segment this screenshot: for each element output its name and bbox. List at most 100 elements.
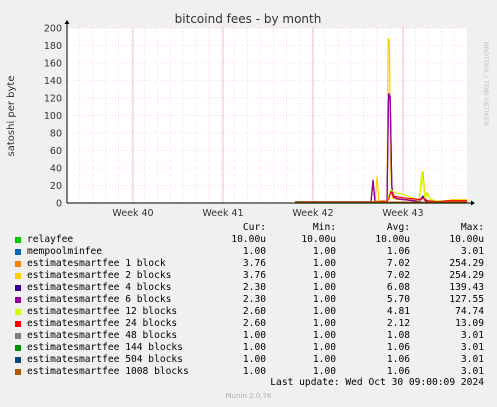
legend-row: estimatesmartfee 4 blocks 2.30 1.00 6.08 139… <box>0 282 497 294</box>
legend-swatch <box>15 285 21 291</box>
legend-series-name: relayfee <box>27 234 74 245</box>
legend-avg: 1.06 <box>386 354 410 365</box>
legend-cur: 1.00 <box>242 330 266 341</box>
legend-swatch <box>15 297 21 303</box>
legend-series-name: estimatesmartfee 504 blocks <box>27 354 183 365</box>
legend-series-name: estimatesmartfee 2 blocks <box>27 270 172 281</box>
legend-swatch <box>15 261 21 267</box>
legend-swatch <box>15 345 21 351</box>
legend-max: 139.43 <box>449 282 484 293</box>
x-tick-label: Week 43 <box>382 208 423 219</box>
legend-max: 3.01 <box>460 246 484 257</box>
legend-avg: 4.81 <box>386 306 410 317</box>
legend-row: estimatesmartfee 6 blocks 2.30 1.00 5.70 127… <box>0 294 497 306</box>
legend-series-name: estimatesmartfee 6 blocks <box>27 294 172 305</box>
y-tick-label: 40 <box>50 164 62 175</box>
legend-max: 3.01 <box>460 354 484 365</box>
legend-max: 127.55 <box>449 294 484 305</box>
legend-swatch <box>15 369 21 375</box>
legend-cur: 2.30 <box>242 282 266 293</box>
legend-cur: 3.76 <box>242 270 266 281</box>
legend-row: estimatesmartfee 144 blocks 1.00 1.00 1.06 3… <box>0 342 497 354</box>
y-axis-arrow <box>64 20 70 24</box>
legend-avg: 1.06 <box>386 342 410 353</box>
legend-avg: 7.02 <box>386 270 410 281</box>
legend-avg: 2.12 <box>386 318 410 329</box>
legend-row: estimatesmartfee 2 blocks 3.76 1.00 7.02 254… <box>0 270 497 282</box>
legend-avg: 7.02 <box>386 258 410 269</box>
x-tick-label: Week 41 <box>202 208 243 219</box>
legend-row: estimatesmartfee 48 blocks 1.00 1.00 1.08 3.… <box>0 330 497 342</box>
legend-row: estimatesmartfee 12 blocks 2.60 1.00 4.81 74… <box>0 306 497 318</box>
legend-series-name: estimatesmartfee 4 blocks <box>27 282 172 293</box>
legend-cur: 1.00 <box>242 366 266 377</box>
y-tick-label: 160 <box>44 59 62 70</box>
y-tick-label: 0 <box>56 199 62 210</box>
legend-min: 1.00 <box>312 258 336 269</box>
legend-series-name: estimatesmartfee 144 blocks <box>27 342 183 353</box>
legend-min: 1.00 <box>312 282 336 293</box>
y-tick-label: 100 <box>44 111 62 122</box>
legend-swatch <box>15 357 21 363</box>
legend-row: estimatesmartfee 1 block 3.76 1.00 7.02 254.… <box>0 258 497 270</box>
legend-series-name: estimatesmartfee 24 blocks <box>27 318 178 329</box>
legend-row: estimatesmartfee 504 blocks 1.00 1.00 1.06 3… <box>0 354 497 366</box>
y-tick-label: 140 <box>44 76 62 87</box>
legend-cur: 1.00 <box>242 342 266 353</box>
legend-swatch <box>15 321 21 327</box>
legend-cur: 3.76 <box>242 258 266 269</box>
legend-min: 1.00 <box>312 306 336 317</box>
legend-header: Cur: Min: Avg: Max: <box>0 222 497 234</box>
y-tick-label: 80 <box>50 129 62 140</box>
header-cur: Cur: <box>242 222 266 233</box>
legend-swatch <box>15 309 21 315</box>
legend-cur: 10.00u <box>231 234 266 245</box>
legend-max: 3.01 <box>460 342 484 353</box>
x-tick-label: Week 42 <box>292 208 333 219</box>
legend-series-name: estimatesmartfee 12 blocks <box>27 306 178 317</box>
legend-row: relayfee 10.00u 10.00u 10.00u 10.00u <box>0 234 497 246</box>
header-max: Max: <box>460 222 484 233</box>
header-avg: Avg: <box>386 222 410 233</box>
legend-swatch <box>15 333 21 339</box>
legend-series-name: mempoolminfee <box>27 246 103 257</box>
legend-max: 74.74 <box>455 306 484 317</box>
header-min: Min: <box>312 222 336 233</box>
legend-avg: 5.70 <box>386 294 410 305</box>
chart-area: bitcoind fees - by month satoshi per byt… <box>6 12 490 219</box>
legend-cur: 1.00 <box>242 246 266 257</box>
munin-version: Munin 2.0.76 <box>225 392 272 400</box>
legend-max: 254.29 <box>449 258 484 269</box>
munin-graph: { "title": "bitcoind fees - by month", "… <box>0 0 497 407</box>
y-tick-label: 120 <box>44 94 62 105</box>
legend-series-name: estimatesmartfee 1 block <box>27 258 166 269</box>
legend-max: 3.01 <box>460 330 484 341</box>
legend-min: 1.00 <box>312 294 336 305</box>
legend-min: 1.00 <box>312 342 336 353</box>
legend-max: 254.29 <box>449 270 484 281</box>
legend-swatch <box>15 249 21 255</box>
last-update: Last update: Wed Oct 30 09:00:09 2024 <box>270 377 484 388</box>
legend-min: 1.00 <box>312 270 336 281</box>
legend-cur: 1.00 <box>242 354 266 365</box>
legend-avg: 6.08 <box>386 282 410 293</box>
chart-title: bitcoind fees - by month <box>175 12 322 26</box>
y-tick-label: 60 <box>50 146 62 157</box>
legend-max: 10.00u <box>449 234 484 245</box>
legend-max: 13.09 <box>455 318 484 329</box>
y-axis-label: satoshi per byte <box>6 75 17 156</box>
legend-min: 1.00 <box>312 330 336 341</box>
legend-avg: 10.00u <box>375 234 410 245</box>
legend-series-name: estimatesmartfee 48 blocks <box>27 330 178 341</box>
legend-avg: 1.06 <box>386 246 410 257</box>
legend-avg: 1.08 <box>386 330 410 341</box>
legend-min: 1.00 <box>312 354 336 365</box>
legend-cur: 2.30 <box>242 294 266 305</box>
rrdtool-watermark: RRDTOOL / TOBI OETIKER <box>482 42 490 126</box>
legend-cur: 2.60 <box>242 306 266 317</box>
y-tick-label: 180 <box>44 41 62 52</box>
legend-min: 1.00 <box>312 246 336 257</box>
legend-swatch <box>15 237 21 243</box>
legend-cur: 2.60 <box>242 318 266 329</box>
x-tick-label: Week 40 <box>112 208 153 219</box>
